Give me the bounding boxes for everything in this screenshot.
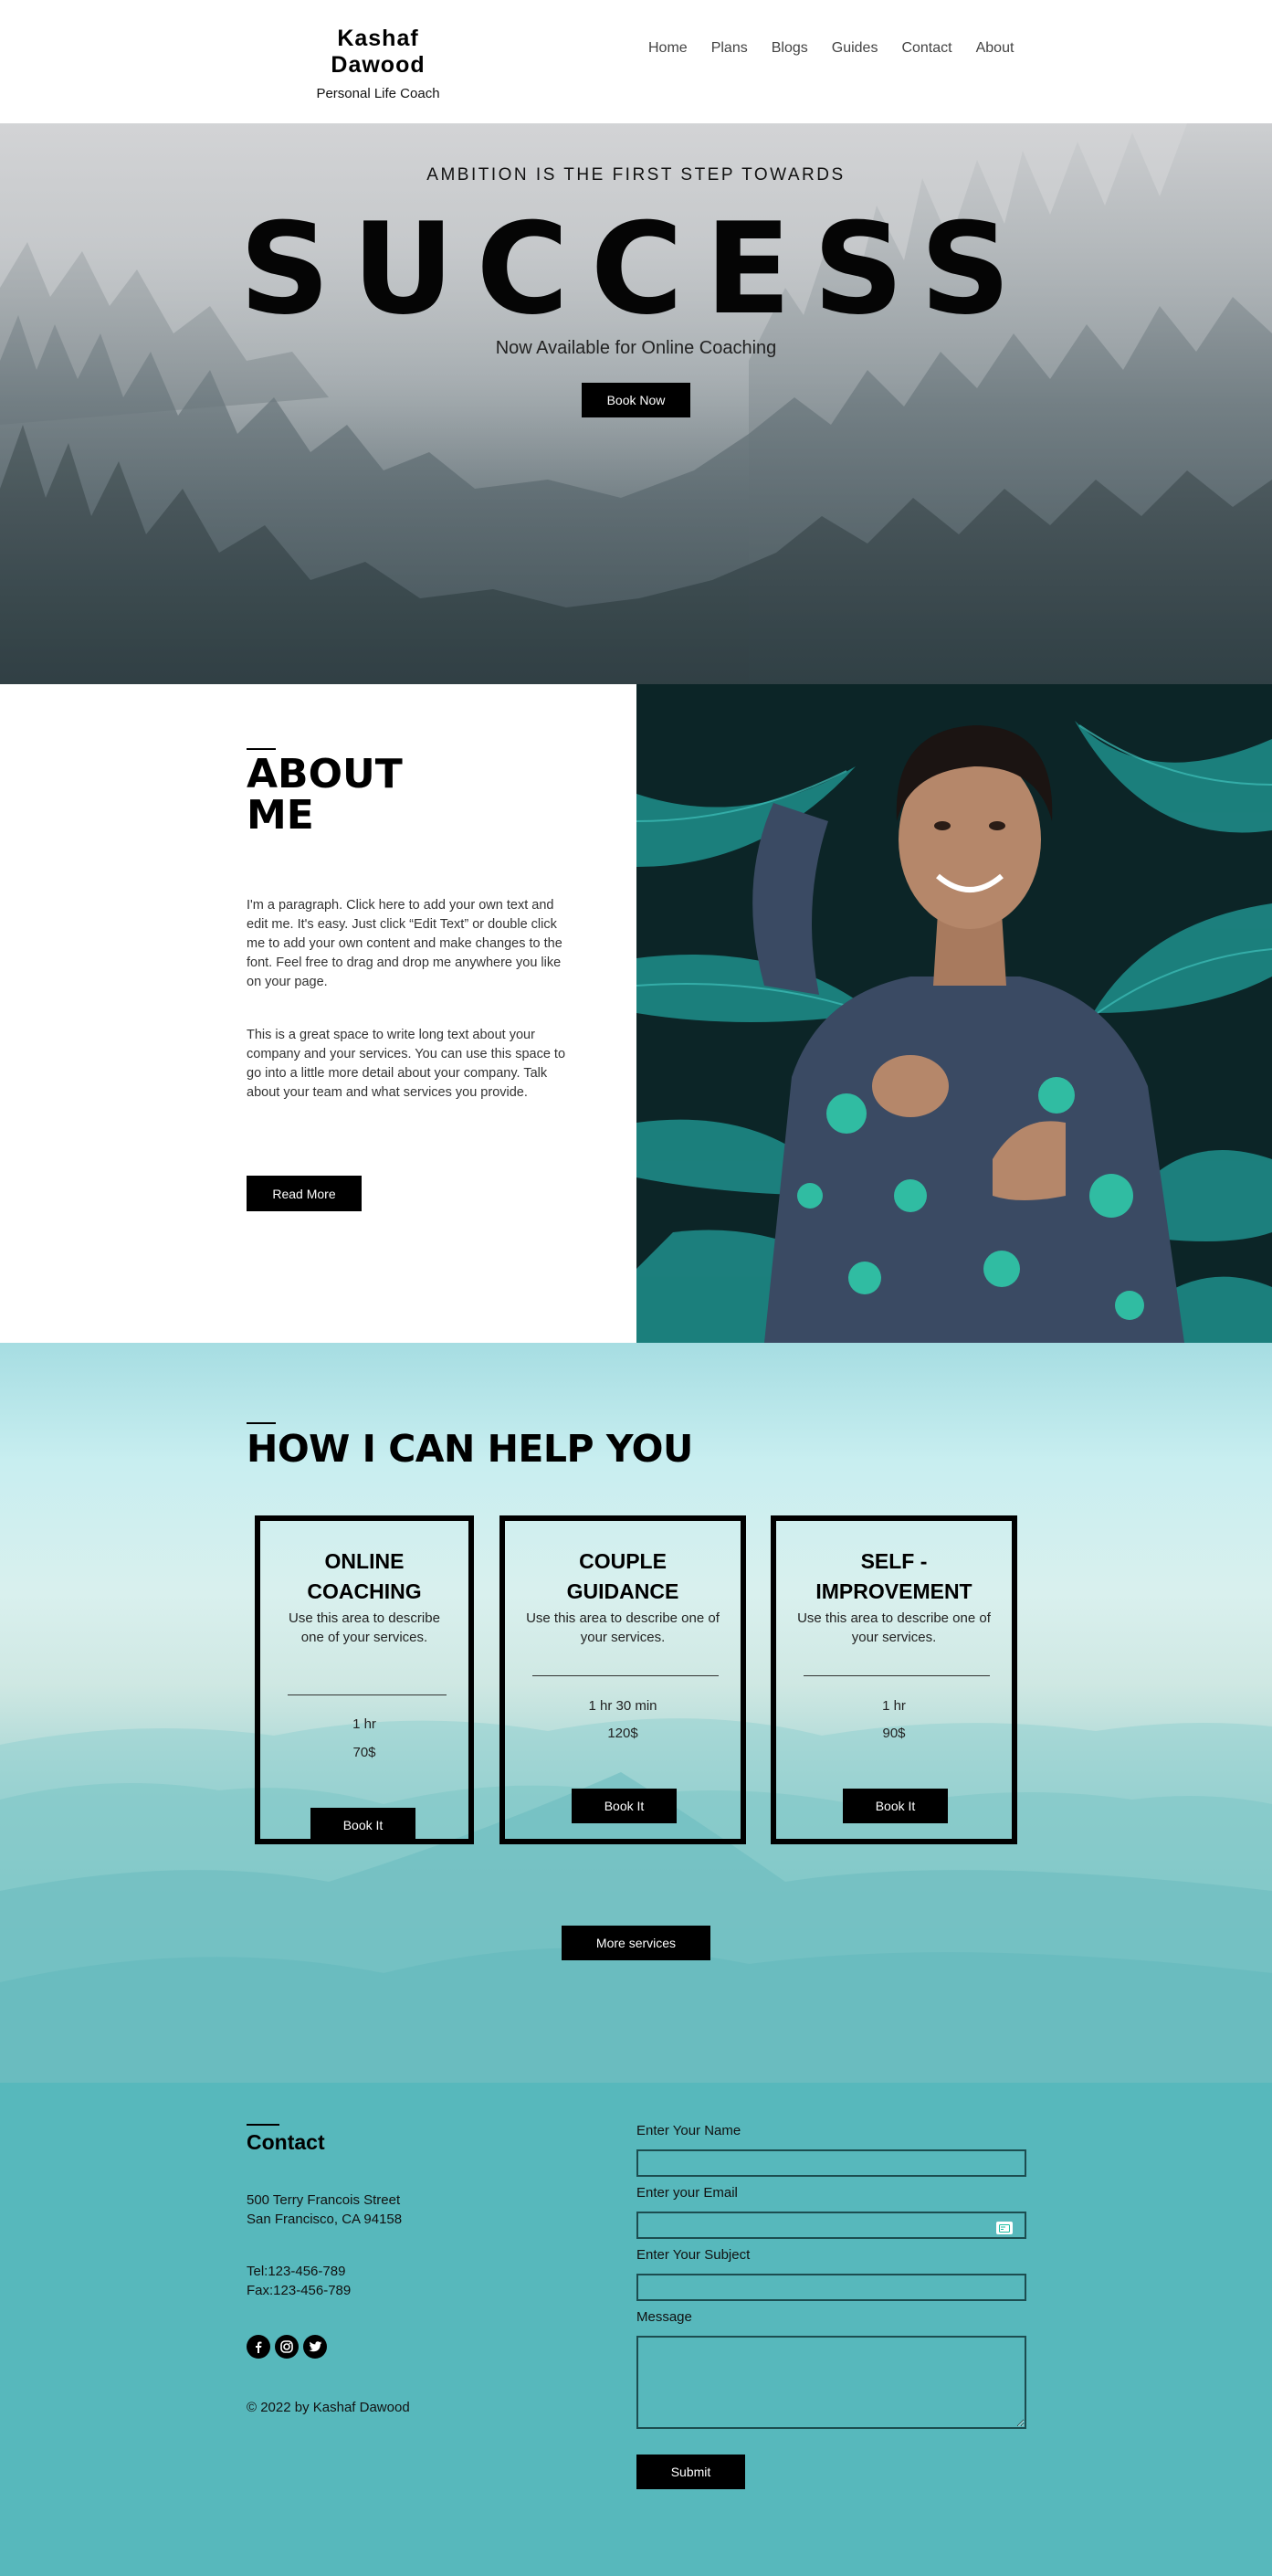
name-field[interactable] — [636, 2149, 1026, 2177]
service-card-price: 70$ — [352, 1745, 376, 1760]
service-card-price: 120$ — [607, 1726, 638, 1741]
services-section: HOW I CAN HELP YOU ONLINE COACHING Use t… — [0, 1343, 1272, 2083]
subject-label: Enter Your Subject — [636, 2247, 751, 2263]
service-card-divider — [288, 1694, 447, 1695]
contact-title-rule — [247, 2124, 279, 2126]
read-more-button[interactable]: Read More — [247, 1176, 362, 1211]
about-title: ABOUT ME — [247, 754, 403, 836]
autofill-card-icon[interactable] — [996, 2222, 1013, 2234]
service-card-title-line2: IMPROVEMENT — [815, 1579, 972, 1603]
hero-section: AMBITION IS THE FIRST STEP TOWARDS SUCCE… — [0, 123, 1272, 684]
subject-field[interactable] — [636, 2274, 1026, 2301]
brand[interactable]: Kashaf Dawood Personal Life Coach — [294, 26, 462, 101]
contact-title: Contact — [247, 2130, 325, 2154]
service-card-price: 90$ — [882, 1726, 906, 1741]
about-title-line2: ME — [247, 792, 314, 839]
about-section: ABOUT ME I'm a paragraph. Click here to … — [0, 684, 1272, 1343]
book-now-button[interactable]: Book Now — [582, 383, 690, 417]
name-label: Enter Your Name — [636, 2123, 741, 2138]
service-card-duration: 1 hr — [882, 1698, 906, 1714]
services-title: HOW I CAN HELP YOU — [247, 1427, 693, 1471]
twitter-icon[interactable] — [303, 2335, 327, 2359]
service-card-couple-guidance: COUPLE GUIDANCE Use this area to describ… — [499, 1515, 746, 1844]
site-header: Kashaf Dawood Personal Life Coach Home P… — [0, 0, 1272, 123]
hero-kicker: AMBITION IS THE FIRST STEP TOWARDS — [426, 165, 846, 185]
service-card-online-coaching: ONLINE COACHING Use this area to describ… — [255, 1515, 474, 1844]
service-card-title: SELF - IMPROVEMENT — [776, 1521, 1012, 1607]
service-card-title: COUPLE GUIDANCE — [505, 1521, 741, 1607]
brand-name[interactable]: Kashaf Dawood — [294, 26, 462, 79]
contact-address: 500 Terry Francois Street San Francisco,… — [247, 2191, 402, 2229]
service-card-duration: 1 hr — [352, 1716, 376, 1732]
fax-number: Fax:123-456-789 — [247, 2283, 352, 2298]
service-card-description: Use this area to describe one of your se… — [289, 1610, 440, 1645]
contact-phone: Tel:123-456-789 Fax:123-456-789 — [247, 2262, 351, 2300]
message-label: Message — [636, 2309, 692, 2325]
service-card-title-line2: GUIDANCE — [566, 1579, 679, 1603]
nav-guides[interactable]: Guides — [832, 40, 878, 57]
main-nav: Home Plans Blogs Guides Contact About — [648, 40, 1014, 57]
address-line-2: San Francisco, CA 94158 — [247, 2212, 403, 2227]
email-label: Enter your Email — [636, 2185, 738, 2201]
nav-plans[interactable]: Plans — [711, 40, 748, 57]
address-line-1: 500 Terry Francois Street — [247, 2192, 401, 2208]
service-card-divider — [804, 1675, 990, 1676]
service-card-title-line2: COACHING — [307, 1579, 422, 1603]
copyright-text: © 2022 by Kashaf Dawood — [247, 2400, 410, 2415]
services-title-rule — [247, 1422, 276, 1424]
book-it-button[interactable]: Book It — [843, 1789, 948, 1823]
more-services-button[interactable]: More services — [562, 1926, 710, 1960]
service-card-divider — [532, 1675, 719, 1676]
tel-number: Tel:123-456-789 — [247, 2264, 346, 2279]
book-it-button[interactable]: Book It — [572, 1789, 677, 1823]
email-field[interactable] — [636, 2212, 1026, 2239]
book-it-button[interactable]: Book It — [310, 1808, 415, 1842]
service-card-title-line1: ONLINE — [324, 1549, 405, 1573]
hero-title: SUCCESS — [239, 195, 1033, 343]
social-links — [247, 2335, 327, 2359]
about-title-rule — [247, 748, 276, 750]
about-paragraph-1: I'm a paragraph. Click here to add your … — [247, 898, 562, 989]
about-title-line1: ABOUT — [247, 751, 403, 797]
brand-subtitle: Personal Life Coach — [316, 86, 440, 101]
service-card-title-line1: COUPLE — [579, 1549, 667, 1573]
nav-contact[interactable]: Contact — [901, 40, 951, 57]
instagram-icon[interactable] — [275, 2335, 299, 2359]
nav-home[interactable]: Home — [648, 40, 688, 57]
contact-section: Contact 500 Terry Francois Street San Fr… — [0, 2083, 1272, 2576]
service-card-self-improvement: SELF - IMPROVEMENT Use this area to desc… — [771, 1515, 1017, 1844]
about-paragraph-2: This is a great space to write long text… — [247, 1028, 566, 1100]
nav-about[interactable]: About — [976, 40, 1014, 57]
message-field[interactable] — [636, 2336, 1026, 2429]
service-card-title: ONLINE COACHING — [260, 1521, 468, 1607]
service-card-duration: 1 hr 30 min — [588, 1698, 657, 1714]
hero-subtitle: Now Available for Online Coaching — [495, 338, 777, 358]
nav-blogs[interactable]: Blogs — [772, 40, 808, 57]
service-card-description: Use this area to describe one of your se… — [526, 1610, 720, 1645]
coach-portrait-image — [636, 684, 1272, 1343]
submit-button[interactable]: Submit — [636, 2455, 745, 2489]
facebook-icon[interactable] — [247, 2335, 270, 2359]
service-card-title-line1: SELF - — [860, 1549, 928, 1573]
service-card-description: Use this area to describe one of your se… — [797, 1610, 991, 1645]
